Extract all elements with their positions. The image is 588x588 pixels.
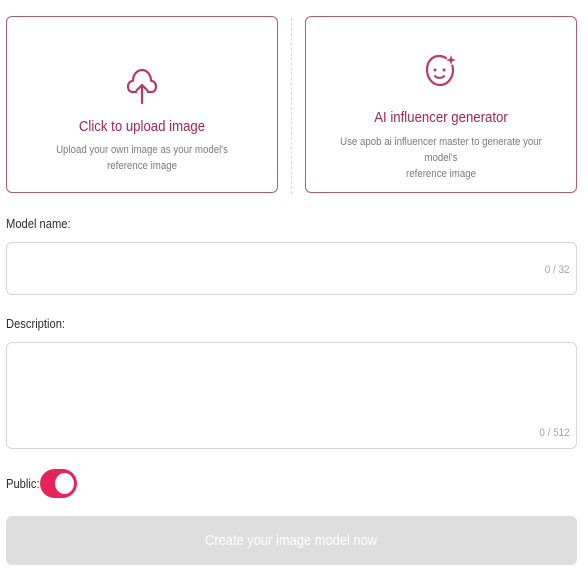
card-divider	[291, 18, 292, 194]
ai-card-subtitle-line2: reference image	[406, 168, 476, 180]
upload-card-title: Click to upload image	[78, 118, 206, 135]
sparkle-face-icon	[425, 54, 456, 87]
create-model-button-label: Create your image model now	[205, 532, 378, 549]
public-label: Public:	[6, 476, 40, 491]
cloud-upload-icon	[127, 68, 157, 105]
model-name-label: Model name:	[6, 216, 71, 231]
upload-card-subtitle: Upload your own image as your model's re…	[56, 144, 228, 172]
model-name-input[interactable]	[17, 251, 516, 286]
model-name-field-box: 0 / 32	[6, 242, 577, 295]
description-textarea[interactable]	[17, 351, 516, 440]
description-field-box: 0 / 512	[6, 342, 577, 449]
ai-card-title: AI influencer generator	[374, 109, 508, 126]
ai-card-subtitle-line1: Use apob ai influencer master to generat…	[340, 136, 542, 164]
description-label: Description:	[6, 316, 66, 331]
upload-image-card[interactable]: Click to upload image Upload your own im…	[6, 16, 278, 193]
public-toggle[interactable]	[40, 469, 77, 498]
description-counter: 0 / 512	[539, 427, 570, 439]
ai-influencer-card[interactable]: AI influencer generator Use apob ai infl…	[305, 16, 577, 193]
toggle-knob	[55, 473, 74, 494]
ai-card-subtitle: Use apob ai influencer master to generat…	[338, 134, 544, 182]
model-name-counter: 0 / 32	[545, 264, 570, 276]
create-model-button[interactable]: Create your image model now	[6, 516, 577, 565]
